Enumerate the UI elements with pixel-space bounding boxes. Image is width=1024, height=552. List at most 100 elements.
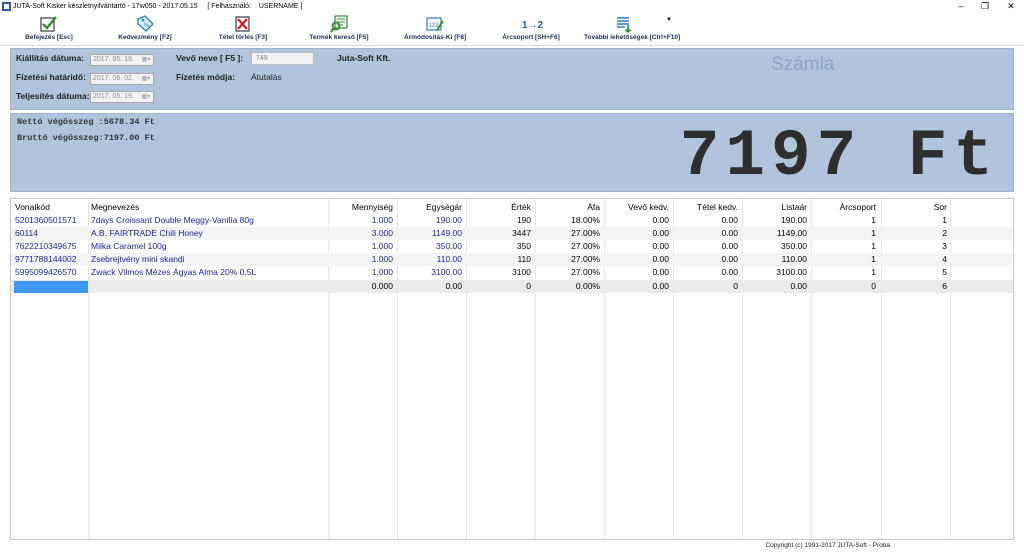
check-icon <box>40 16 57 32</box>
cell-vonalkod[interactable]: 9771788144002 <box>15 253 87 266</box>
kedvezmeny-button[interactable]: % Kedvezmény [F2] <box>112 13 178 45</box>
maximize-button[interactable]: ❐ <box>976 0 994 13</box>
cell-megnevezes[interactable]: 7days Croissant Double Meggy-Vanília 80g <box>91 214 327 227</box>
col-header-egysegar[interactable]: Egységár <box>398 201 462 214</box>
window-title: JUTA-Soft Kisker készletnyilvántartó - 1… <box>13 3 303 10</box>
cell-arcsoport[interactable]: 1 <box>812 253 876 266</box>
minimize-button[interactable]: – <box>952 0 970 13</box>
teljesites-date-picker[interactable]: 2017. 05. 19. ▦▾ <box>90 91 154 103</box>
calendar-dropdown-icon[interactable]: ▦▾ <box>140 93 152 101</box>
termek-kereso-button[interactable]: Termék kereső [F5] <box>308 13 370 45</box>
invoice-header-panel: Kiállítás dátuma: 2017. 05. 19. ▦▾ Fizet… <box>10 48 1014 110</box>
cell-tetel-kedv[interactable]: 0.00 <box>674 266 738 279</box>
table-row[interactable]: 5201360501571 7days Croissant Double Meg… <box>11 214 1013 227</box>
col-header-megnevezes[interactable]: Megnevezés <box>91 201 321 214</box>
table-row[interactable]: 60114 A.B. FAIRTRADE Chili Honey 3.000 1… <box>11 227 1013 240</box>
col-header-sor[interactable]: Sor <box>882 201 947 214</box>
col-header-vevo-kedv[interactable]: Vevő kedv. <box>605 201 669 214</box>
cell-vonalkod[interactable]: 7622210349675 <box>15 240 87 253</box>
teljesites-label: Teljesítés dátuma: <box>16 91 90 101</box>
cell-mennyiseg[interactable]: 1.000 <box>329 240 393 253</box>
cell-listaar: 3100.00 <box>776 267 807 277</box>
cell-vonalkod[interactable]: 5995099426570 <box>15 266 87 279</box>
fizetesi-date-picker[interactable]: 2017. 06. 02. ▦▾ <box>90 73 154 85</box>
cell-megnevezes[interactable]: Zsebrejtvény mini skandi <box>91 253 327 266</box>
table-row[interactable]: 5995099426570 Zwack Vilmos Mézes Ágyas A… <box>11 266 1013 279</box>
col-header-afa[interactable]: Áfa <box>536 201 600 214</box>
chevron-down-icon[interactable]: ▼ <box>666 17 672 23</box>
barcode-entry-cell[interactable] <box>14 281 88 293</box>
app-icon <box>2 2 11 11</box>
cell-arcsoport[interactable]: 0 <box>812 280 876 293</box>
col-header-listaar[interactable]: Listaár <box>743 201 807 214</box>
cell-arcsoport[interactable]: 1 <box>812 227 876 240</box>
cell-arcsoport[interactable]: 1 <box>812 240 876 253</box>
totals-panel: Nettó végösszeg :5678.34 Ft Bruttó végös… <box>10 113 1014 192</box>
cell-listaar: 1149.00 <box>776 228 807 238</box>
cell-afa: 27.00% <box>571 228 600 238</box>
cell-egysegar[interactable]: 110.00 <box>398 253 462 266</box>
cell-tetel-kedv[interactable]: 0.00 <box>674 214 738 227</box>
calendar-dropdown-icon[interactable]: ▦▾ <box>140 56 152 64</box>
cell-afa: 27.00% <box>571 254 600 264</box>
cell-sor: 3 <box>942 241 947 251</box>
cell-tetel-kedv[interactable]: 0 <box>674 280 738 293</box>
arcsoport-button[interactable]: 1→2 Árcsoport [SH+F6] <box>502 13 560 45</box>
cell-sor: 5 <box>942 267 947 277</box>
cell-megnevezes[interactable]: Milka Caramel 100g <box>91 240 327 253</box>
vevo-label: Vevő neve [ F5 ]: <box>176 53 244 63</box>
armodositas-button[interactable]: 123 Ármódosítás-Ki [F8] <box>404 13 466 45</box>
kiallitas-date-picker[interactable]: 2017. 05. 19. ▦▾ <box>90 54 154 66</box>
cell-megnevezes[interactable]: A.B. FAIRTRADE Chili Honey <box>91 227 327 240</box>
befejezes-button[interactable]: Befejezés [Esc] <box>18 13 80 45</box>
col-header-mennyiseg[interactable]: Mennyiség <box>329 201 393 214</box>
table-row[interactable]: 7622210349675 Milka Caramel 100g 1.000 3… <box>11 240 1013 253</box>
tetel-torles-button[interactable]: Tétel törlés [F3] <box>212 13 274 45</box>
cell-sor: 1 <box>942 215 947 225</box>
cell-vevo-kedv: 0.00 <box>652 228 669 238</box>
col-header-arcsoport[interactable]: Árcsoport <box>812 201 876 214</box>
product-search-icon <box>330 15 348 33</box>
cell-egysegar[interactable]: 3100.00 <box>398 266 462 279</box>
cell-egysegar[interactable]: 350.00 <box>398 240 462 253</box>
cell-arcsoport[interactable]: 1 <box>812 266 876 279</box>
cell-vonalkod[interactable]: 5201360501571 <box>15 214 87 227</box>
table-row[interactable]: 9771788144002 Zsebrejtvény mini skandi 1… <box>11 253 1013 266</box>
close-button[interactable]: ✕ <box>1002 0 1020 13</box>
cell-arcsoport[interactable]: 1 <box>812 214 876 227</box>
cell-egysegar[interactable]: 190.00 <box>398 214 462 227</box>
netto-total: Nettó végösszeg :5678.34 Ft <box>17 117 155 127</box>
cell-tetel-kedv[interactable]: 0.00 <box>674 253 738 266</box>
cell-afa: 27.00% <box>571 267 600 277</box>
cell-sor: 2 <box>942 228 947 238</box>
cell-mennyiseg[interactable]: 1.000 <box>329 266 393 279</box>
col-header-vonalkod[interactable]: Vonalkód <box>15 201 87 214</box>
vevo-code-field[interactable]: 749 <box>251 52 314 65</box>
cell-megnevezes[interactable]: Zwack Vilmos Mézes Ágyas Alma 20% 0,5L <box>91 266 327 279</box>
cell-listaar: 190.00 <box>781 215 807 225</box>
fizetes-modja-value: Átutalás <box>251 72 282 82</box>
cell-listaar: 350.00 <box>781 241 807 251</box>
col-header-ertek[interactable]: Érték <box>467 201 531 214</box>
col-header-tetel-kedv[interactable]: Tétel kedv. <box>674 201 738 214</box>
cell-mennyiseg[interactable]: 1.000 <box>329 253 393 266</box>
cell-vevo-kedv: 0.00 <box>652 241 669 251</box>
cell-tetel-kedv[interactable]: 0.00 <box>674 227 738 240</box>
tovabbi-lehetosegek-button[interactable]: ▼ További lehetőségek [Ctrl+F10] <box>584 13 680 45</box>
toolbar: Befejezés [Esc] % Kedvezmény [F2] Tétel … <box>0 13 1024 46</box>
cell-egysegar[interactable]: 0.00 <box>398 280 462 293</box>
cell-vevo-kedv: 0.00 <box>652 254 669 264</box>
cell-tetel-kedv[interactable]: 0.00 <box>674 240 738 253</box>
fizetes-modja-label: Fizetés módja: <box>176 72 236 82</box>
cell-mennyiseg[interactable]: 0.000 <box>329 280 393 293</box>
new-entry-row[interactable]: 0.000 0.00 0 0.00% 0.00 0 0.00 0 6 <box>11 280 1013 293</box>
cell-vonalkod[interactable]: 60114 <box>15 227 87 240</box>
cell-sor: 6 <box>942 281 947 291</box>
fizetesi-label: Fizetési határidő: <box>16 72 86 82</box>
cell-mennyiseg[interactable]: 3.000 <box>329 227 393 240</box>
invoice-items-grid[interactable]: Vonalkód Megnevezés Mennyiség Egységár É… <box>10 198 1014 540</box>
cell-egysegar[interactable]: 1149.00 <box>398 227 462 240</box>
cell-mennyiseg[interactable]: 1.000 <box>329 214 393 227</box>
calendar-dropdown-icon[interactable]: ▦▾ <box>140 75 152 83</box>
vevo-name: Juta-Soft Kft. <box>337 53 391 63</box>
